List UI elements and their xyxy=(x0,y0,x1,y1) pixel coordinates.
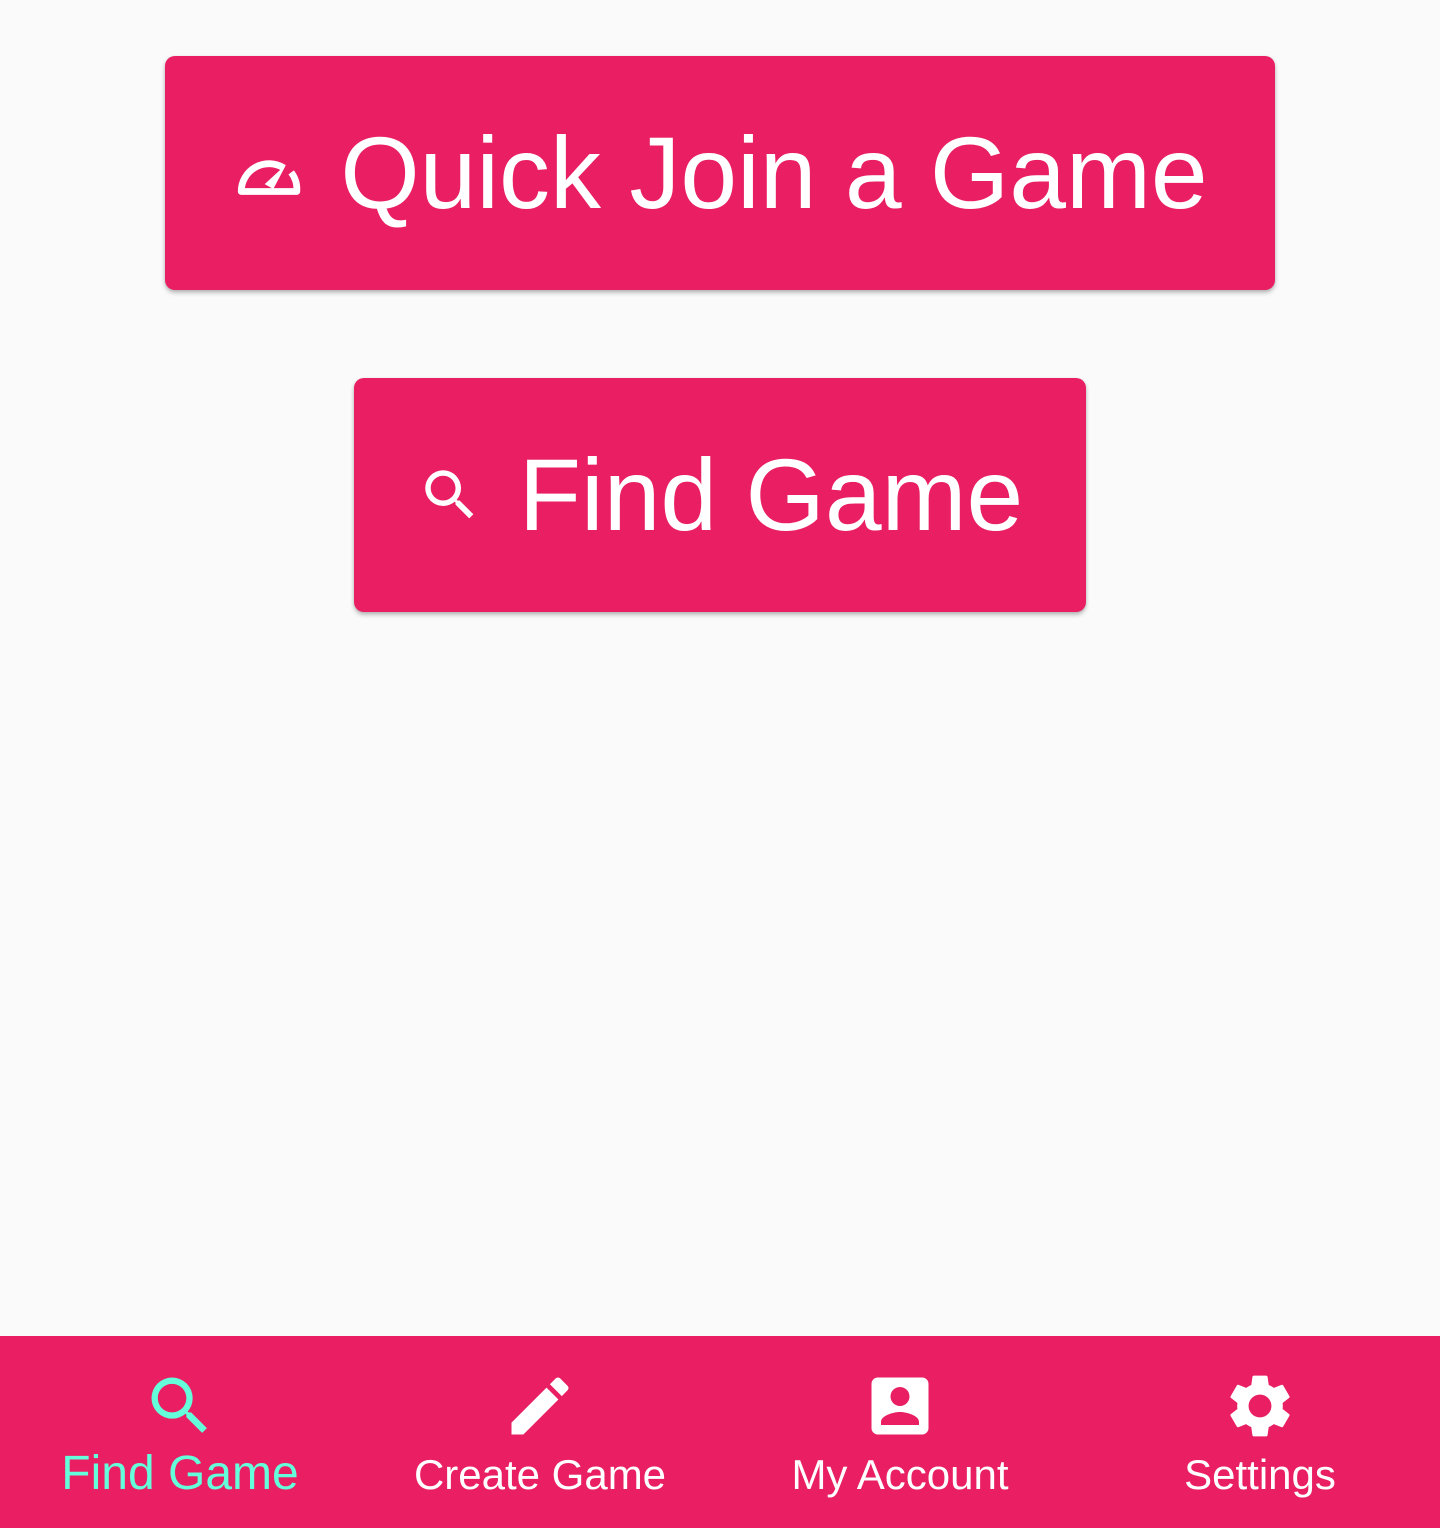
nav-item-label: Settings xyxy=(1184,1451,1336,1498)
find-game-label: Find Game xyxy=(518,438,1024,552)
nav-item-label: Create Game xyxy=(413,1451,667,1498)
quick-join-label: Quick Join a Game xyxy=(340,116,1208,230)
quick-join-button[interactable]: Quick Join a Game xyxy=(165,56,1275,290)
speedometer-icon xyxy=(232,136,306,210)
pencil-icon xyxy=(502,1368,578,1444)
nav-item-my-account[interactable]: My Account xyxy=(720,1336,1080,1528)
main-content: Quick Join a Game Find Game xyxy=(0,0,1440,1336)
gear-icon xyxy=(1222,1368,1298,1444)
search-icon xyxy=(417,462,483,528)
nav-item-settings[interactable]: Settings xyxy=(1080,1336,1440,1528)
bottom-navigation: Find Game Create Game My Account Setting… xyxy=(0,1336,1440,1528)
nav-item-label: My Account xyxy=(791,1451,1009,1498)
nav-item-find-game[interactable]: Find Game xyxy=(0,1336,360,1528)
search-icon xyxy=(142,1368,218,1444)
nav-item-create-game[interactable]: Create Game xyxy=(360,1336,720,1528)
nav-item-label: Find Game xyxy=(61,1447,299,1500)
account-box-icon xyxy=(862,1368,938,1444)
find-game-button[interactable]: Find Game xyxy=(354,378,1086,612)
